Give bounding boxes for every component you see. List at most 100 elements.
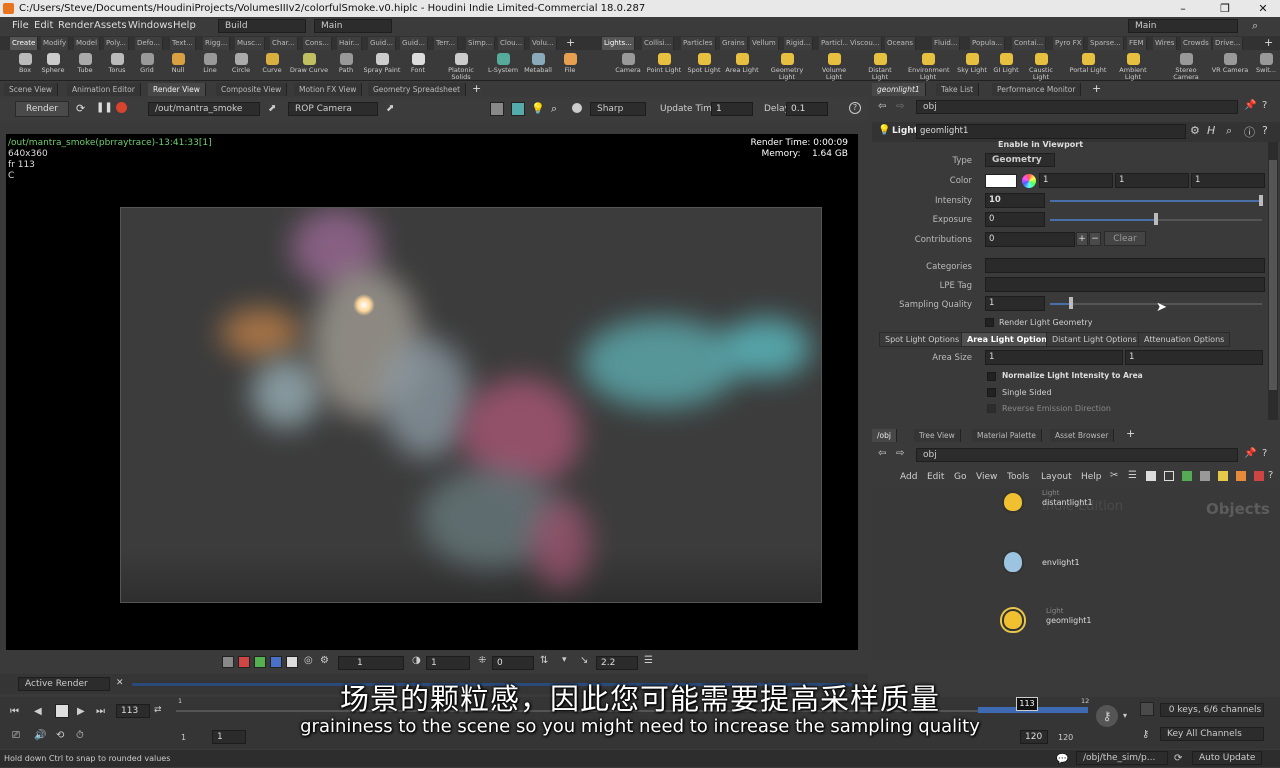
tool-ambient-light[interactable]: Ambient Light	[1113, 52, 1153, 81]
shelf-tab-8[interactable]: Char...	[270, 37, 298, 50]
search-icon[interactable]: ⌕	[1252, 19, 1258, 33]
main-desktop-dropdown[interactable]: Main	[314, 19, 392, 33]
shelf-tab-right-1[interactable]: Collisi...	[642, 37, 675, 50]
h-icon[interactable]: H	[1207, 124, 1215, 137]
minimize-button[interactable]: –	[1168, 0, 1198, 17]
tab-spot-light-options[interactable]: Spot Light Options	[879, 332, 966, 347]
menu-windows[interactable]: Windows	[128, 20, 173, 31]
tab-distant-light-options[interactable]: Distant Light Options	[1046, 332, 1143, 347]
color-palette-icon[interactable]	[1236, 471, 1246, 481]
network-editor[interactable]: Objects Indie Edition Light distantlight…	[872, 487, 1280, 662]
zoom-icon[interactable]: ⌕	[551, 102, 557, 116]
net-menu-edit[interactable]: Edit	[927, 472, 944, 482]
pause-icon[interactable]: ❚❚	[96, 102, 113, 113]
grid-icon[interactable]	[1164, 471, 1174, 481]
region-icon[interactable]	[490, 102, 504, 116]
pane-tab-composite-view[interactable]: Composite View	[216, 83, 288, 96]
shelf-tab-right-16[interactable]: Crowds	[1181, 37, 1212, 50]
intensity-field[interactable]: 10	[985, 193, 1045, 208]
sampling-slider-handle[interactable]	[1069, 297, 1073, 309]
pane-tab-right-1[interactable]: Take List	[936, 83, 980, 96]
add-contribution-button[interactable]: +	[1076, 232, 1088, 246]
shelf-tab-right-8[interactable]: Oceans	[885, 37, 917, 50]
help-icon[interactable]: ?	[1268, 470, 1273, 481]
maximize-button[interactable]: ❐	[1210, 0, 1240, 17]
color-r-field[interactable]: 1	[1039, 173, 1113, 188]
menu-assets[interactable]: Assets	[94, 20, 127, 31]
sphere-icon[interactable]	[572, 103, 582, 113]
network-tab-2[interactable]: Material Palette	[972, 429, 1042, 442]
back-arrow-icon[interactable]: ⇦	[878, 101, 886, 112]
pin-icon[interactable]: 📌	[1244, 448, 1256, 459]
lut-icon[interactable]: ⇅	[540, 655, 548, 666]
tool-vr-camera[interactable]: VR Camera	[1210, 52, 1250, 80]
shelf-tab-right-9[interactable]: Fluid...	[932, 37, 961, 50]
shelf-tab-10[interactable]: Hair...	[337, 37, 363, 50]
node-distantlight1[interactable]	[1002, 489, 1028, 513]
menu-edit[interactable]: Edit	[34, 20, 53, 31]
auto-update-dropdown[interactable]: Auto Update	[1192, 751, 1262, 765]
forward-arrow-icon[interactable]: ⇨	[896, 101, 904, 112]
shelf-tab-right-12[interactable]: Pyro FX	[1053, 37, 1085, 50]
help-icon[interactable]: ?	[1262, 448, 1267, 459]
shape-palette-icon[interactable]	[1254, 471, 1264, 481]
update-time-field[interactable]: 1	[711, 102, 753, 116]
delay-field[interactable]: 0.1	[786, 102, 828, 116]
shelf-tab-12[interactable]: Guid...	[400, 37, 428, 50]
right-desktop-dropdown[interactable]: Main	[1128, 19, 1238, 33]
channel-alpha-icon[interactable]	[286, 656, 298, 668]
menu-render[interactable]: Render	[58, 20, 94, 31]
info-icon[interactable]: ⓘ	[1244, 124, 1255, 140]
menu-icon[interactable]: ☰	[644, 655, 653, 666]
tool-spot-light[interactable]: Spot Light	[684, 52, 724, 80]
intensity-slider[interactable]	[1050, 200, 1262, 202]
type-dropdown[interactable]: Geometry	[985, 153, 1055, 167]
color-wheel-icon[interactable]	[1022, 174, 1036, 188]
shelf-tab-6[interactable]: Rigg...	[203, 37, 231, 50]
intensity-slider-handle[interactable]	[1259, 195, 1263, 206]
pin-icon[interactable]: 📌	[1244, 100, 1256, 111]
offset-field[interactable]: 0	[492, 656, 534, 670]
exposure-slider-handle[interactable]	[1154, 213, 1158, 225]
shelf-tab-right-0[interactable]: Lights...	[602, 37, 635, 50]
color-correct-icon[interactable]	[511, 102, 525, 116]
parameter-scrollbar-thumb[interactable]	[1269, 160, 1277, 390]
tool-caustic-light[interactable]: Caustic Light	[1021, 52, 1061, 81]
add-network-tab-icon[interactable]: +	[1126, 427, 1135, 440]
node-name-field[interactable]: geomlight1	[916, 124, 1186, 139]
net-menu-help[interactable]: Help	[1081, 472, 1102, 482]
add-pane-tab-right-icon[interactable]: +	[1092, 82, 1101, 95]
network-tab-3[interactable]: Asset Browser	[1050, 429, 1115, 442]
exposure-field[interactable]: 1	[338, 656, 404, 670]
add-pane-tab-icon[interactable]: +	[472, 82, 481, 95]
net-menu-tools[interactable]: Tools	[1007, 472, 1029, 482]
update-mode-icon[interactable]: ⟳	[1174, 750, 1182, 767]
shelf-tab-2[interactable]: Model	[74, 37, 101, 50]
shelf-tab-right-5[interactable]: Rigid...	[784, 37, 814, 50]
tab-attenuation-options[interactable]: Attenuation Options	[1138, 332, 1231, 347]
shelf-tab-0[interactable]: Create	[10, 37, 39, 50]
channel-blue-icon[interactable]	[270, 656, 282, 668]
sticky-note-icon[interactable]	[1218, 471, 1228, 481]
shelf-tab-13[interactable]: Terr...	[434, 37, 459, 50]
tool-curve[interactable]: Curve	[252, 52, 292, 80]
shelf-tab-14[interactable]: Simp...	[466, 37, 496, 50]
camera-dropdown[interactable]: ROP Camera	[288, 102, 378, 116]
network-box-icon[interactable]	[1182, 471, 1192, 481]
tool-geometry-light[interactable]: Geometry Light	[767, 52, 807, 81]
tool-l-system[interactable]: L-System	[483, 52, 523, 80]
shelf-tab-9[interactable]: Cons...	[303, 37, 332, 50]
exposure-param-field[interactable]: 0	[985, 212, 1045, 227]
display-gamma-field[interactable]: 2.2	[596, 656, 638, 670]
box-icon[interactable]	[1146, 471, 1156, 481]
tool-distant-light[interactable]: Distant Light	[860, 52, 900, 81]
tool-camera[interactable]: Camera	[608, 52, 648, 80]
shelf-tab-11[interactable]: Guid...	[368, 37, 396, 50]
single-sided-checkbox[interactable]	[987, 388, 996, 397]
channel-green-icon[interactable]	[254, 656, 266, 668]
render-viewport[interactable]: /out/mantra_smoke(pbrraytrace)-13:41:33[…	[6, 134, 858, 650]
channel-rgb-icon[interactable]	[222, 656, 234, 668]
render-button[interactable]: Render	[15, 101, 69, 117]
chevron-down-icon[interactable]: ▾	[562, 655, 567, 665]
pane-tab-scene-view[interactable]: Scene View	[4, 83, 59, 96]
